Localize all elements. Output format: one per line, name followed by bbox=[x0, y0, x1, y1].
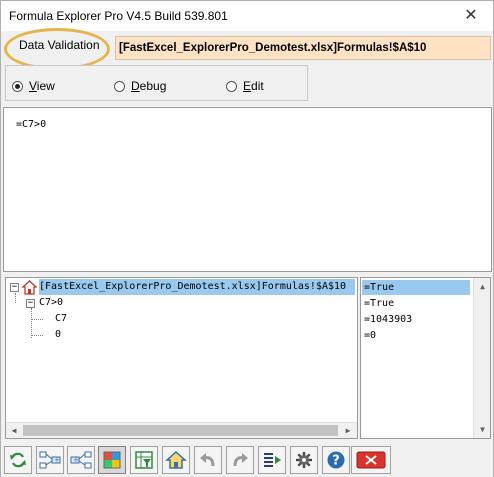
filter-grid-button[interactable] bbox=[130, 446, 158, 474]
result-row[interactable]: =True bbox=[362, 280, 470, 295]
svg-text:+: + bbox=[54, 456, 60, 464]
tree-leaf-label: C7 bbox=[55, 313, 68, 324]
window-close-button[interactable]: ✕ bbox=[461, 6, 481, 26]
results-pane[interactable]: =True =True =1043903 =0 ▲ ▼ bbox=[360, 277, 491, 439]
tree-connector bbox=[15, 293, 16, 303]
dependents-button[interactable]: + bbox=[67, 446, 95, 474]
settings-button[interactable] bbox=[290, 446, 318, 474]
edit-radio[interactable]: Edit bbox=[226, 78, 264, 94]
horizontal-scroll-thumb[interactable] bbox=[23, 425, 338, 436]
color-grid-button[interactable] bbox=[98, 446, 126, 474]
result-value: =1043903 bbox=[364, 314, 413, 325]
result-value: =0 bbox=[364, 330, 377, 341]
view-radio-dot[interactable] bbox=[12, 80, 23, 92]
arrange-button[interactable] bbox=[258, 446, 286, 474]
title-bar: Formula Explorer Pro V4.5 Build 539.801 … bbox=[1, 1, 493, 31]
debug-radio-dot[interactable] bbox=[114, 80, 125, 92]
formula-tree-pane[interactable]: − [FastExcel_ExplorerPro_Demotest.xlsx]F… bbox=[5, 277, 358, 439]
tree-connector bbox=[31, 308, 32, 338]
scroll-left-arrow-icon[interactable]: ◀ bbox=[6, 423, 22, 439]
tree-child-node[interactable]: C7>0 bbox=[39, 295, 63, 311]
child-collapse-toggle[interactable]: − bbox=[26, 299, 35, 308]
tree-horizontal-scrollbar[interactable]: ◀ ▶ bbox=[6, 422, 357, 438]
tree-connector bbox=[31, 335, 43, 336]
results-vertical-scrollbar[interactable]: ▲ ▼ bbox=[473, 278, 490, 438]
mode-radio-group: View Debug Edit bbox=[5, 65, 308, 101]
result-value: =True bbox=[364, 298, 395, 309]
scroll-right-arrow-icon[interactable]: ▶ bbox=[340, 423, 356, 439]
filter-grid-icon bbox=[135, 451, 153, 469]
expand-precedents-icon: + bbox=[39, 451, 61, 469]
debug-radio-label: Debug bbox=[131, 79, 167, 93]
view-radio-label: View bbox=[29, 79, 55, 93]
result-value: =True bbox=[364, 282, 395, 293]
tree-root-node[interactable]: [FastExcel_ExplorerPro_Demotest.xlsx]For… bbox=[39, 279, 355, 295]
formula-text-area[interactable]: =C7>0 bbox=[3, 107, 492, 272]
undo-icon bbox=[200, 453, 215, 467]
window-title: Formula Explorer Pro V4.5 Build 539.801 bbox=[9, 9, 228, 23]
home-button[interactable] bbox=[162, 446, 190, 474]
house-icon bbox=[22, 280, 37, 295]
list-arrange-icon bbox=[264, 453, 281, 467]
redo-icon bbox=[233, 453, 248, 467]
cell-reference-box: [FastExcel_ExplorerPro_Demotest.xlsx]For… bbox=[115, 36, 491, 60]
edit-radio-dot[interactable] bbox=[226, 80, 237, 92]
result-row[interactable]: =0 bbox=[362, 328, 470, 343]
bottom-toolbar: + + ? bbox=[1, 443, 493, 477]
formula-text: =C7>0 bbox=[16, 119, 47, 130]
scroll-up-arrow-icon[interactable]: ▲ bbox=[474, 278, 491, 295]
scroll-down-arrow-icon[interactable]: ▼ bbox=[474, 421, 491, 438]
redo-button[interactable] bbox=[226, 446, 254, 474]
precedents-button[interactable]: + bbox=[36, 446, 64, 474]
tree-connector bbox=[31, 319, 43, 320]
help-icon: ? bbox=[327, 451, 345, 469]
color-grid-icon bbox=[103, 451, 121, 469]
debug-radio[interactable]: Debug bbox=[114, 78, 166, 94]
formula-explorer-window: Formula Explorer Pro V4.5 Build 539.801 … bbox=[0, 0, 494, 477]
settings-gear-icon bbox=[296, 452, 312, 468]
tree-root-label: [FastExcel_ExplorerPro_Demotest.xlsx]For… bbox=[39, 281, 347, 292]
help-button[interactable]: ? bbox=[322, 446, 350, 474]
edit-radio-label: Edit bbox=[243, 79, 264, 93]
tree-leaf-node[interactable]: C7 bbox=[55, 311, 67, 327]
result-row[interactable]: =1043903 bbox=[362, 312, 470, 327]
data-validation-tab[interactable]: Data Validation bbox=[9, 36, 109, 64]
refresh-button[interactable] bbox=[4, 446, 32, 474]
refresh-icon bbox=[10, 452, 26, 468]
tree-leaf-node[interactable]: 0 bbox=[55, 327, 61, 343]
view-radio[interactable]: View bbox=[12, 78, 55, 94]
root-collapse-toggle[interactable]: − bbox=[10, 283, 19, 292]
home-icon bbox=[165, 450, 187, 469]
svg-text:+: + bbox=[73, 456, 79, 464]
svg-text:?: ? bbox=[332, 454, 340, 469]
tree-leaf-label: 0 bbox=[55, 329, 62, 340]
tree-child-label: C7>0 bbox=[39, 297, 64, 308]
expand-dependents-icon: + bbox=[70, 451, 92, 469]
close-dialog-button[interactable] bbox=[351, 446, 391, 474]
result-row[interactable]: =True bbox=[362, 296, 470, 311]
undo-button[interactable] bbox=[194, 446, 222, 474]
close-red-icon bbox=[356, 451, 386, 469]
